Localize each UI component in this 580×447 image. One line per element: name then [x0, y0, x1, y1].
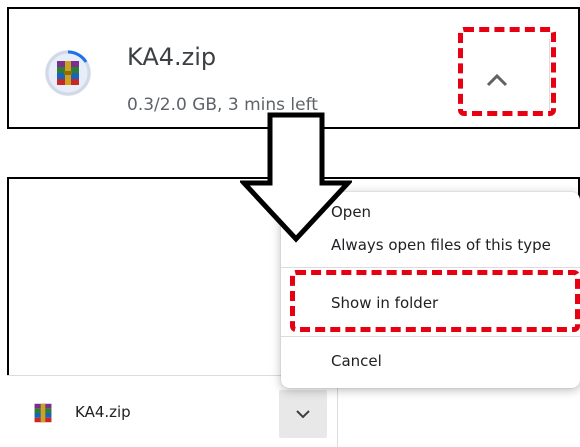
menu-separator [281, 267, 580, 268]
down-arrow-icon [240, 112, 352, 243]
menu-item-always-open[interactable]: Always open files of this type [331, 236, 551, 254]
menu-separator [281, 336, 580, 337]
shelf-filename[interactable]: KA4.zip [75, 403, 131, 421]
chevron-down-icon [296, 409, 310, 418]
menu-item-cancel[interactable]: Cancel [331, 352, 382, 370]
winrar-archive-icon [34, 403, 52, 423]
winrar-archive-icon [57, 61, 79, 85]
shelf-divider [337, 380, 338, 447]
download-filename[interactable]: KA4.zip [127, 43, 216, 71]
download-progress-ring[interactable] [45, 50, 91, 96]
shelf-menu-button[interactable] [279, 390, 327, 438]
highlight-show-in-folder [290, 270, 580, 332]
highlight-expand-button [458, 27, 556, 116]
